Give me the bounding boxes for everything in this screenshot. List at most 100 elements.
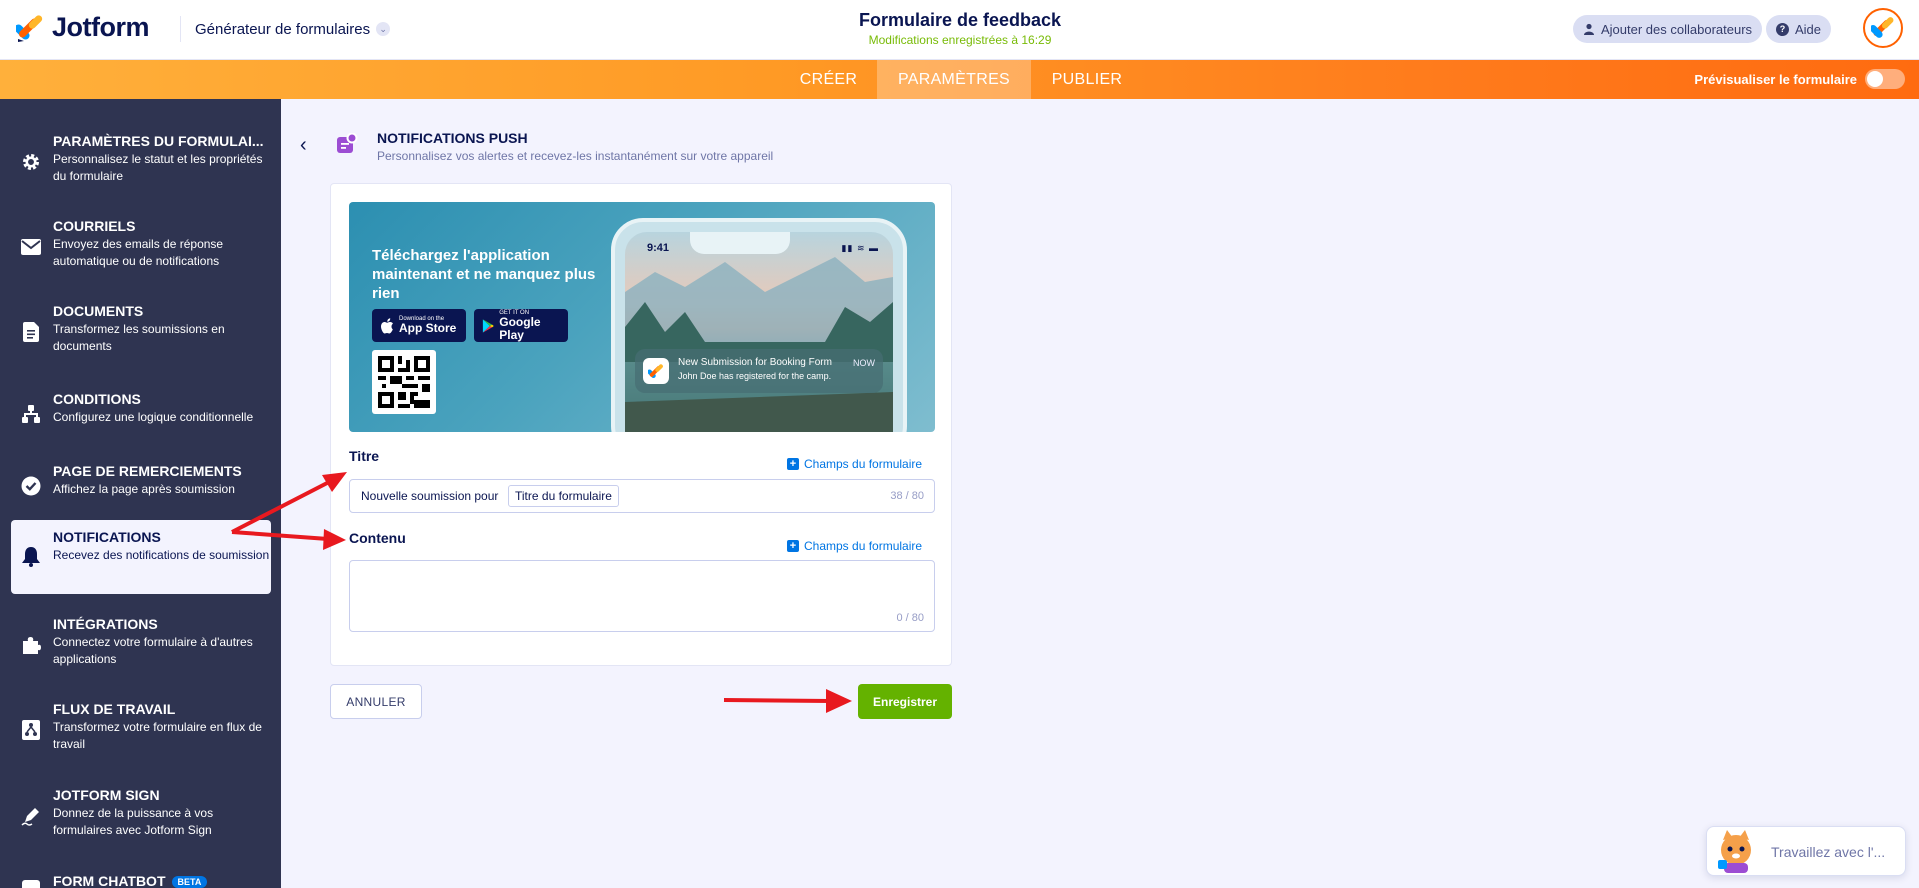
google-play-button[interactable]: GET IT ON Google Play (474, 309, 568, 342)
section-title: NOTIFICATIONS PUSH (377, 130, 528, 146)
jotform-logo-icon (16, 14, 43, 42)
mountain-landscape-illustration (625, 257, 893, 432)
sidebar-item-desc: Donnez de la puissance à vos formulaires… (53, 806, 214, 837)
form-title-tag[interactable]: Titre du formulaire (508, 485, 619, 507)
builder-dropdown[interactable]: Générateur de formulaires ⌄ (180, 16, 391, 42)
ai-assistant-widget[interactable]: Travaillez avec l'... (1706, 826, 1906, 876)
tab-publish[interactable]: PUBLIER (1031, 60, 1143, 99)
google-play-big-text: Google Play (499, 314, 541, 342)
beta-badge: BETA (171, 876, 208, 888)
cancel-button[interactable]: ANNULER (330, 684, 422, 719)
sidebar-item-emails[interactable]: COURRIELS Envoyez des emails de réponse … (0, 216, 281, 276)
notification-time: NOW (853, 358, 875, 368)
sidebar-item-form-chatbot[interactable]: FORM CHATBOT BETA (0, 871, 281, 888)
check-circle-icon (20, 475, 42, 497)
gear-icon (20, 151, 42, 173)
annotation-arrows (231, 472, 852, 713)
chatbot-icon (20, 875, 42, 888)
sidebar-item-desc: Personnalisez le statut et les propriété… (53, 152, 263, 183)
back-chevron-icon[interactable]: ‹ (300, 134, 307, 157)
sidebar-item-documents[interactable]: DOCUMENTS Transformez les soumissions en… (0, 301, 281, 361)
main-nav: CRÉER PARAMÈTRES PUBLIER Prévisualiser l… (0, 60, 1919, 99)
app-download-banner: Téléchargez l'application maintenant et … (349, 202, 935, 432)
saved-status: Modifications enregistrées à 16:29 (868, 33, 1052, 47)
phone-screen: 9:41 ▮▮ ≋ ▬ New Submission for Booking F… (625, 232, 893, 432)
form-fields-link-label: Champs du formulaire (804, 539, 923, 553)
title-char-counter: 38 / 80 (890, 490, 924, 502)
avatar-logo-icon (1871, 17, 1894, 38)
phone-status-icons: ▮▮ ≋ ▬ (841, 243, 879, 253)
sidebar-item-desc: Configurez une logique conditionnelle (53, 410, 254, 424)
sidebar-item-jotform-sign[interactable]: JOTFORM SIGN Donnez de la puissance à vo… (0, 785, 281, 845)
google-play-icon (482, 318, 494, 333)
add-collaborators-button[interactable]: Ajouter des collaborateurs (1573, 15, 1763, 43)
sidebar-item-form-settings[interactable]: PARAMÈTRES DU FORMULAI... Personnalisez … (0, 131, 281, 191)
help-button[interactable]: ? Aide (1766, 15, 1832, 43)
preview-toggle[interactable] (1865, 69, 1905, 89)
sidebar-item-desc: Envoyez des emails de réponse automatiqu… (53, 237, 224, 268)
add-collaborators-label: Ajouter des collaborateurs (1601, 21, 1753, 37)
sidebar-item-title: PARAMÈTRES DU FORMULAI... (53, 133, 264, 149)
app-store-big-text: App Store (399, 321, 457, 335)
sidebar-item-title: INTÉGRATIONS (53, 616, 158, 632)
sidebar-item-workflows[interactable]: FLUX DE TRAVAIL Transformez votre formul… (0, 699, 281, 759)
sidebar-item-title: JOTFORM SIGN (53, 787, 160, 803)
sidebar-item-title: FORM CHATBOT BETA (53, 873, 208, 888)
puzzle-icon (20, 634, 42, 656)
google-play-text: GET IT ON Google Play (499, 310, 560, 342)
notification-title: New Submission for Booking Form (678, 357, 832, 368)
preview-label: Prévisualiser le formulaire (1694, 71, 1857, 87)
sidebar-item-desc: Affichez la page après soumission (53, 482, 235, 496)
form-fields-link-label: Champs du formulaire (804, 457, 923, 471)
annotation-arrow-to-save (723, 689, 852, 713)
sidebar-item-title: PAGE DE REMERCIEMENTS (53, 463, 242, 479)
assistant-avatar-icon (1718, 830, 1751, 873)
envelope-icon (20, 236, 42, 258)
sidebar-item-desc: Transformez votre formulaire en flux de … (53, 720, 262, 751)
title-form-fields-link[interactable]: + Champs du formulaire (787, 457, 922, 471)
app-store-button[interactable]: Download on the App Store (372, 309, 466, 342)
form-title[interactable]: Formulaire de feedback (760, 10, 1160, 31)
title-input-text: Nouvelle soumission pour (361, 489, 499, 503)
tab-create[interactable]: CRÉER (780, 60, 877, 99)
sidebar-item-title: FLUX DE TRAVAIL (53, 701, 176, 717)
title-label: Titre (349, 448, 380, 464)
help-label: Aide (1795, 21, 1822, 37)
content-char-counter: 0 / 80 (896, 612, 924, 624)
bell-icon (20, 546, 42, 568)
qr-code (372, 350, 436, 414)
app-store-text: Download on the App Store (399, 316, 456, 335)
phone-notch (690, 232, 790, 254)
sidebar-item-desc: Recevez des notifications de soumission (53, 548, 270, 562)
workflow-icon (20, 719, 42, 741)
form-title-area: Formulaire de feedback Modifications enr… (760, 10, 1160, 47)
banner-headline: Téléchargez l'application maintenant et … (372, 247, 596, 302)
sidebar-item-thank-you-page[interactable]: PAGE DE REMERCIEMENTS Affichez la page a… (0, 461, 281, 505)
push-notification-card: Téléchargez l'application maintenant et … (330, 183, 952, 666)
sidebar-item-title: DOCUMENTS (53, 303, 144, 319)
pen-icon (20, 805, 42, 827)
content-textarea[interactable]: 0 / 80 (349, 560, 935, 632)
sidebar-item-title: NOTIFICATIONS (53, 529, 161, 545)
sidebar-item-notifications[interactable]: NOTIFICATIONS Recevez des notifications … (11, 520, 271, 594)
save-button[interactable]: Enregistrer (858, 684, 952, 719)
sidebar-item-desc: Connectez votre formulaire à d'autres ap… (53, 635, 253, 666)
settings-sidebar: PARAMÈTRES DU FORMULAI... Personnalisez … (0, 99, 281, 888)
sidebar-item-title: COURRIELS (53, 218, 136, 234)
logic-icon (20, 403, 42, 425)
jotform-logo[interactable]: Jotform (16, 12, 150, 43)
sidebar-item-integrations[interactable]: INTÉGRATIONS Connectez votre formulaire … (0, 614, 281, 674)
tab-settings[interactable]: PARAMÈTRES (877, 60, 1031, 99)
user-avatar[interactable] (1863, 8, 1903, 48)
title-input[interactable]: Nouvelle soumission pour Titre du formul… (349, 479, 935, 513)
notification-app-icon (643, 358, 669, 384)
user-icon (1584, 23, 1594, 35)
content-form-fields-link[interactable]: + Champs du formulaire (787, 539, 922, 553)
brand-name: Jotform (52, 12, 150, 42)
push-notification-icon (336, 132, 358, 160)
qr-code-icon (378, 356, 430, 408)
plus-square-icon: + (787, 540, 799, 552)
document-icon (20, 321, 42, 343)
sidebar-item-conditions[interactable]: CONDITIONS Configurez une logique condit… (0, 389, 281, 433)
assistant-label: Travaillez avec l'... (1771, 844, 1886, 860)
